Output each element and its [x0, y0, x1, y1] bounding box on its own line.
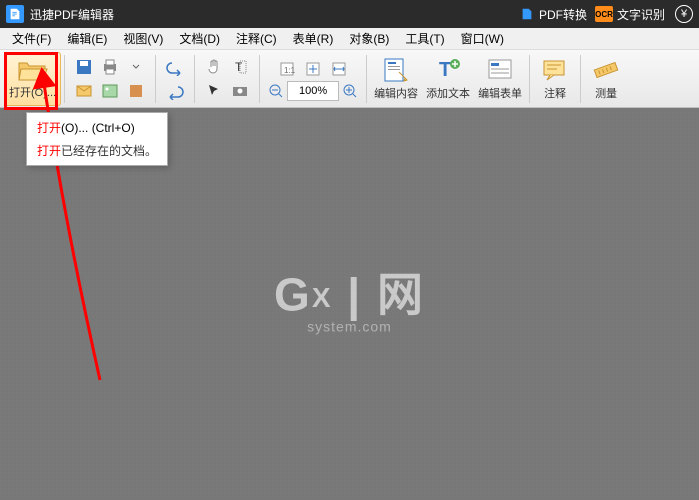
image-icon — [101, 82, 119, 100]
undo-button[interactable] — [163, 55, 187, 79]
svg-text:T: T — [235, 60, 243, 74]
text-select-icon: T — [231, 58, 249, 76]
email-button[interactable] — [72, 79, 96, 103]
fit-page-button[interactable] — [301, 57, 325, 81]
annotate-button[interactable]: 注释 — [533, 52, 577, 106]
pdf-convert-button[interactable]: PDF转换 — [519, 6, 587, 23]
email-icon — [75, 82, 93, 100]
select-button[interactable] — [202, 79, 226, 103]
app-logo — [6, 5, 24, 23]
open-button[interactable]: 打开(O)... — [4, 52, 61, 106]
text-select-button[interactable]: T — [228, 55, 252, 79]
document-canvas: GX | 网 system.com — [0, 108, 699, 500]
redo-button[interactable] — [163, 79, 187, 103]
menubar: 文件(F) 编辑(E) 视图(V) 文档(D) 注释(C) 表单(R) 对象(B… — [0, 28, 699, 50]
zoom-out-button[interactable] — [267, 82, 285, 100]
ocr-button[interactable]: OCR 文字识别 — [595, 6, 665, 23]
edit-form-button[interactable]: 编辑表单 — [474, 52, 526, 106]
hand-icon — [205, 58, 223, 76]
zoom-input[interactable] — [287, 81, 339, 101]
purchase-icon[interactable]: ¥ — [675, 5, 693, 23]
fit-page-icon — [304, 60, 322, 78]
add-text-icon: T — [433, 56, 463, 84]
svg-text:T: T — [439, 59, 451, 81]
dropdown-button[interactable] — [124, 55, 148, 79]
fit-width-icon — [330, 60, 348, 78]
page-group: 1:1 — [263, 52, 363, 106]
menu-object[interactable]: 对象(B) — [341, 28, 397, 49]
pdf-convert-icon — [519, 6, 535, 22]
image-button[interactable] — [98, 79, 122, 103]
chevron-down-icon — [132, 58, 140, 76]
edit-content-icon — [381, 56, 411, 84]
measure-button[interactable]: 测量 — [584, 52, 628, 106]
tooltip-title: 打开(O)... — [37, 121, 88, 135]
tooltip-description: 打开已经存在的文档。 — [37, 142, 157, 159]
folder-open-icon — [17, 57, 49, 83]
add-text-button[interactable]: T 添加文本 — [422, 52, 474, 106]
save-icon — [75, 58, 93, 76]
menu-document[interactable]: 文档(D) — [171, 28, 228, 49]
menu-view[interactable]: 视图(V) — [115, 28, 171, 49]
menu-window[interactable]: 窗口(W) — [453, 28, 512, 49]
app-title: 迅捷PDF编辑器 — [30, 6, 114, 23]
menu-tool[interactable]: 工具(T) — [397, 28, 452, 49]
first-page-button[interactable]: 1:1 — [275, 57, 299, 81]
zoom-in-icon — [342, 83, 358, 99]
titlebar: 迅捷PDF编辑器 PDF转换 OCR 文字识别 ¥ — [0, 0, 699, 28]
tooltip-shortcut: (Ctrl+O) — [92, 121, 135, 135]
save-button[interactable] — [72, 55, 96, 79]
edit-form-icon — [485, 56, 515, 84]
annotate-icon — [540, 56, 570, 84]
scan-icon — [127, 82, 145, 100]
edit-content-button[interactable]: 编辑内容 — [370, 52, 422, 106]
undo-group — [159, 52, 191, 106]
camera-icon — [231, 82, 249, 100]
file-group — [68, 52, 152, 106]
menu-edit[interactable]: 编辑(E) — [59, 28, 115, 49]
scan-button[interactable] — [124, 79, 148, 103]
print-button[interactable] — [98, 55, 122, 79]
print-icon — [101, 58, 119, 76]
open-label: 打开(O)... — [9, 84, 56, 100]
cursor-icon — [205, 82, 223, 100]
hand-button[interactable] — [202, 55, 226, 79]
snapshot-button[interactable] — [228, 79, 252, 103]
fit-width-button[interactable] — [327, 57, 351, 81]
redo-icon — [166, 82, 184, 100]
undo-icon — [166, 58, 184, 76]
watermark: GX | 网 system.com — [274, 258, 425, 334]
menu-file[interactable]: 文件(F) — [4, 28, 59, 49]
tooltip: 打开(O)... (Ctrl+O) 打开已经存在的文档。 — [26, 112, 168, 166]
toolbar: 打开(O)... T — [0, 50, 699, 108]
measure-icon — [591, 56, 621, 84]
svg-text:1:1: 1:1 — [284, 66, 296, 75]
zoom-out-icon — [268, 83, 284, 99]
select-group: T — [198, 52, 256, 106]
zoom-in-button[interactable] — [341, 82, 359, 100]
ocr-icon: OCR — [595, 6, 613, 22]
menu-comment[interactable]: 注释(C) — [228, 28, 285, 49]
menu-form[interactable]: 表单(R) — [285, 28, 342, 49]
first-page-icon: 1:1 — [278, 60, 296, 78]
